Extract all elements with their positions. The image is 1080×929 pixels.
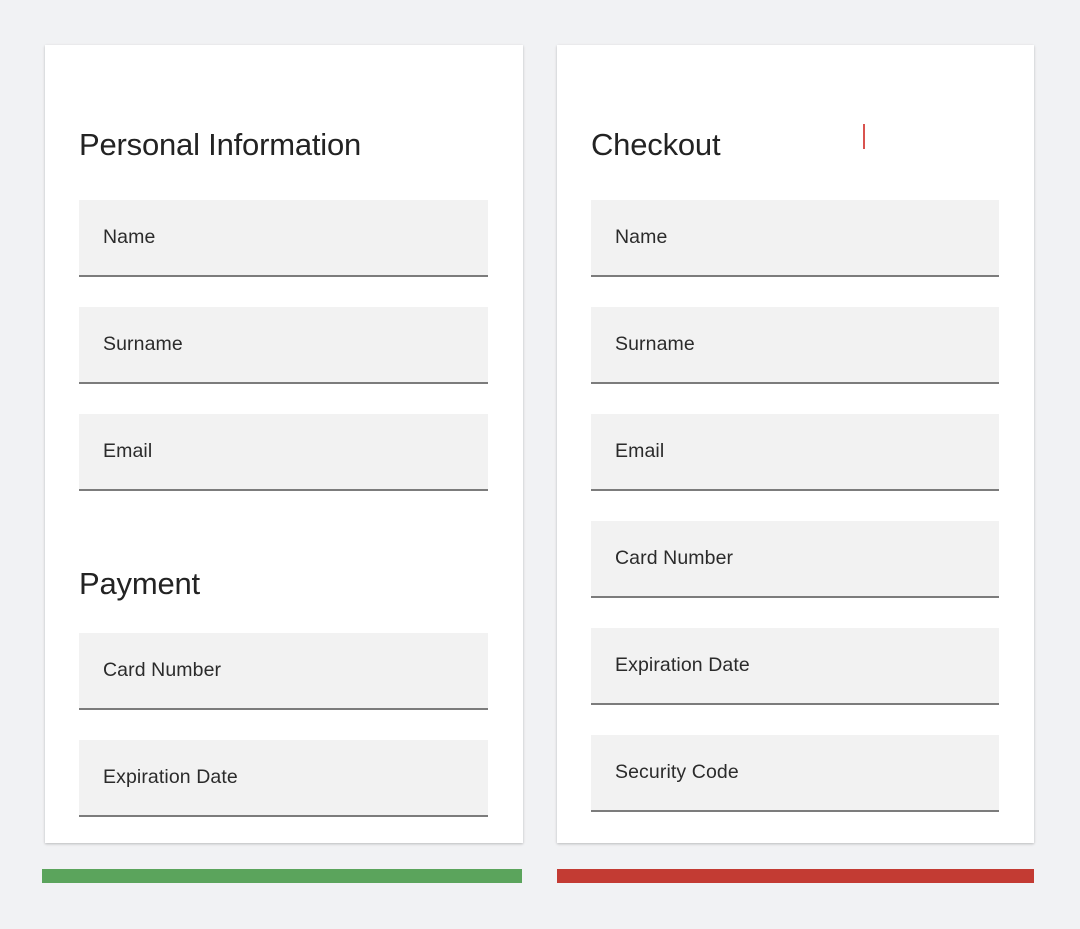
expiration-date-field[interactable]: Expiration Date — [79, 740, 488, 817]
security-code-field-label: Security Code — [615, 763, 739, 783]
card-number-field[interactable]: Card Number — [79, 633, 488, 710]
expiration-date-field-label: Expiration Date — [103, 768, 238, 788]
page-title: Personal Information — [79, 129, 361, 160]
card-content: Personal Information Name Surname Email … — [45, 45, 523, 843]
surname-field-label: Surname — [615, 335, 695, 355]
expiration-date-field[interactable]: Expiration Date — [591, 628, 999, 705]
name-field[interactable]: Name — [591, 200, 999, 277]
card-content: Checkout Name Surname Email Card Number … — [557, 45, 1034, 843]
checkout-card: Checkout Name Surname Email Card Number … — [557, 45, 1034, 843]
card-number-field[interactable]: Card Number — [591, 521, 999, 598]
personal-information-status-bar — [42, 869, 522, 883]
name-field[interactable]: Name — [79, 200, 488, 277]
checkout-title: Checkout — [591, 129, 720, 160]
email-field[interactable]: Email — [79, 414, 488, 491]
surname-field-label: Surname — [103, 335, 183, 355]
checkout-status-bar — [557, 869, 1034, 883]
expiration-date-field-label: Expiration Date — [615, 656, 750, 676]
email-field-label: Email — [103, 442, 152, 462]
card-number-field-label: Card Number — [615, 549, 733, 569]
email-field[interactable]: Email — [591, 414, 999, 491]
card-number-field-label: Card Number — [103, 661, 221, 681]
payment-section-heading: Payment — [79, 568, 200, 599]
surname-field[interactable]: Surname — [591, 307, 999, 384]
screen-root: Personal Information Name Surname Email … — [0, 0, 1080, 929]
surname-field[interactable]: Surname — [79, 307, 488, 384]
email-field-label: Email — [615, 442, 664, 462]
name-field-label: Name — [615, 228, 667, 248]
security-code-field[interactable]: Security Code — [591, 735, 999, 812]
personal-information-card: Personal Information Name Surname Email … — [45, 45, 523, 843]
text-cursor-caret — [863, 124, 865, 149]
name-field-label: Name — [103, 228, 155, 248]
